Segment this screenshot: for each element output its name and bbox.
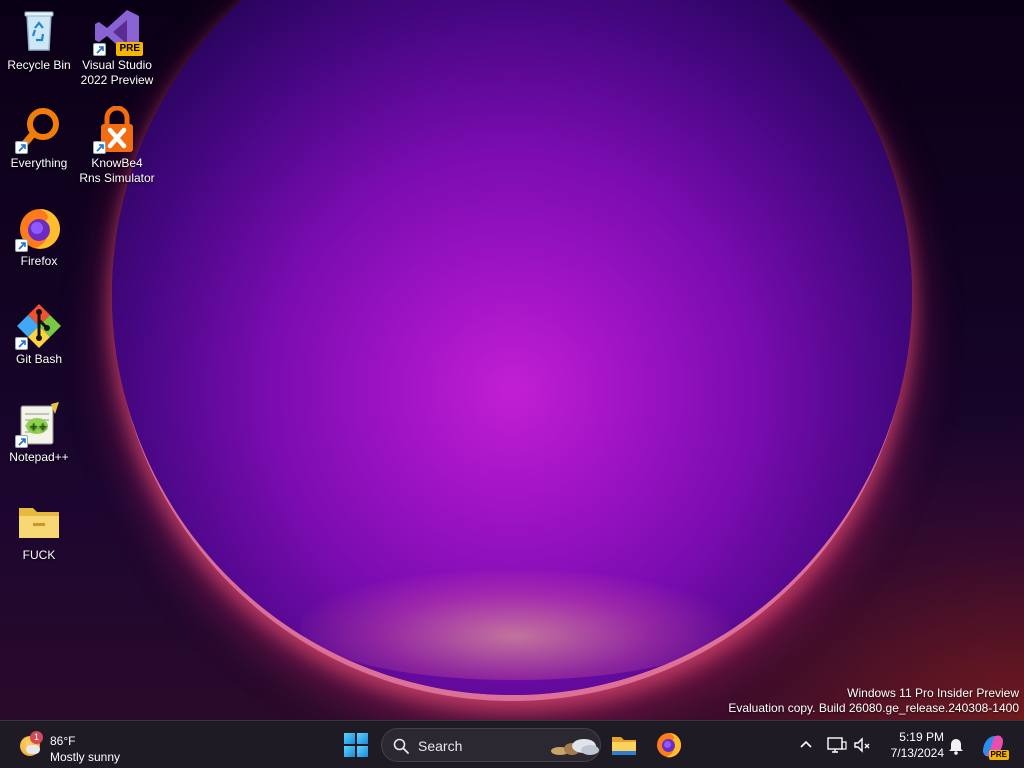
desktop-icon-notepad-plus-plus[interactable]: ++ Notepad++: [1, 400, 77, 465]
shortcut-arrow-icon: [15, 337, 28, 350]
folder-icon: [15, 498, 63, 546]
notepad-plus-plus-icon: ++: [15, 400, 63, 448]
search-highlight-icon: [551, 739, 599, 755]
chevron-up-icon: [800, 740, 812, 748]
search-label: Search: [418, 738, 463, 754]
watermark-build: Evaluation copy. Build 26080.ge_release.…: [728, 701, 1019, 715]
desktop-icon-label: Notepad++: [9, 450, 69, 464]
firefox-icon: [657, 733, 682, 758]
desktop-icon-firefox[interactable]: Firefox: [1, 204, 77, 269]
weather-widget[interactable]: 1 86°F Mostly sunny: [16, 727, 146, 764]
watermark-edition: Windows 11 Pro Insider Preview: [847, 686, 1019, 700]
desktop-icon-label: Visual Studio 2022 Preview: [80, 58, 154, 87]
svg-text:++: ++: [29, 420, 47, 433]
network-icon: [827, 737, 847, 753]
desktop-icon-label: Firefox: [20, 254, 58, 268]
preview-badge: PRE: [116, 42, 143, 56]
desktop-icon-everything[interactable]: Everything: [1, 106, 77, 171]
desktop-icon-label: KnowBe4 Rns Simulator: [79, 156, 155, 185]
desktop-icon-folder[interactable]: FUCK: [1, 498, 77, 563]
file-explorer-icon: [612, 737, 636, 755]
padlock-icon: [93, 105, 141, 154]
git-icon: [15, 302, 63, 350]
notifications-button[interactable]: [944, 733, 968, 757]
windows-watermark: Windows 11 Pro Insider Preview Evaluatio…: [728, 686, 1019, 716]
file-explorer-button[interactable]: [606, 727, 642, 763]
firefox-icon: [15, 204, 63, 252]
shortcut-arrow-icon: [15, 239, 28, 252]
taskbar-clock[interactable]: 5:19 PM 7/13/2024: [878, 729, 944, 761]
search-icon: [393, 738, 409, 754]
shortcut-arrow-icon: [93, 43, 106, 56]
desktop-icon-label: Recycle Bin: [7, 58, 71, 72]
magnifier-icon: [15, 106, 63, 154]
cloud-icon: [26, 745, 40, 754]
weather-condition: Mostly sunny: [50, 750, 121, 764]
shortcut-arrow-icon: [15, 141, 28, 154]
firefox-taskbar-button[interactable]: [651, 727, 687, 763]
taskbar: 1 86°F Mostly sunny Search 5:19 PM 7/13/…: [0, 720, 1024, 768]
desktop-icon-label: FUCK: [22, 548, 56, 562]
recycle-bin-icon: [15, 8, 63, 56]
volume-muted-icon: [854, 737, 870, 753]
start-button[interactable]: [338, 727, 374, 763]
shortcut-arrow-icon: [15, 435, 28, 448]
visual-studio-icon: PRE: [93, 8, 143, 56]
weather-temperature: 86°F: [50, 734, 76, 748]
desktop-icon-git-bash[interactable]: Git Bash: [1, 302, 77, 367]
weather-alert-badge: 1: [30, 731, 43, 744]
clock-time: 5:19 PM: [899, 730, 944, 744]
taskbar-search[interactable]: Search: [381, 728, 601, 762]
copilot-preview-badge: PRE: [988, 750, 1009, 760]
windows-start-icon: [344, 733, 355, 744]
network-button[interactable]: [825, 733, 849, 757]
shortcut-arrow-icon: [93, 141, 106, 154]
volume-button[interactable]: [850, 733, 874, 757]
desktop-icon-recycle-bin[interactable]: Recycle Bin: [1, 8, 77, 73]
desktop-icon-visual-studio[interactable]: PRE Visual Studio 2022 Preview: [79, 8, 155, 88]
bell-icon: [949, 739, 963, 755]
wallpaper-glow: [300, 570, 730, 680]
desktop-icon-label: Git Bash: [15, 352, 63, 366]
desktop-icon-label: Everything: [10, 156, 68, 170]
clock-date: 7/13/2024: [890, 746, 944, 760]
show-hidden-icons-button[interactable]: [794, 733, 818, 757]
desktop-icon-knowbe4[interactable]: KnowBe4 Rns Simulator: [79, 105, 155, 186]
copilot-button[interactable]: PRE: [979, 732, 1009, 760]
